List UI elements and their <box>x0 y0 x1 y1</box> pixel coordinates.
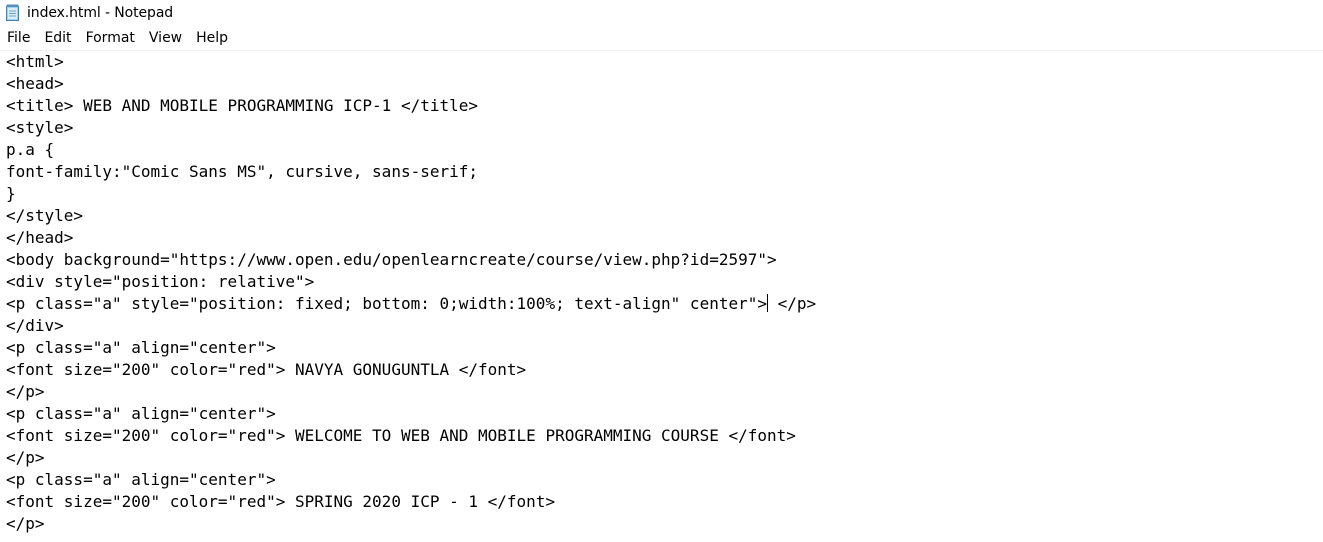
code-line: <title> WEB AND MOBILE PROGRAMMING ICP-1… <box>6 96 479 115</box>
code-line: } <box>6 184 16 203</box>
code-line-with-caret: <p class="a" style="position: fixed; bot… <box>0 293 1323 315</box>
code-line: <div style="position: relative"> <box>6 272 315 291</box>
code-line-text-after-caret: </p> <box>768 294 817 313</box>
menu-edit[interactable]: Edit <box>37 27 78 49</box>
menu-view[interactable]: View <box>142 27 189 49</box>
code-line: </div> <box>6 316 64 335</box>
code-line: <body background="https://www.open.edu/o… <box>6 250 777 269</box>
code-line: </p> <box>6 382 45 401</box>
code-line: <p class="a" align="center"> <box>6 404 276 423</box>
notepad-window: index.html - Notepad File Edit Format Vi… <box>0 0 1323 542</box>
menu-bar: File Edit Format View Help <box>0 26 1323 51</box>
code-line: <font size="200" color="red"> SPRING 202… <box>6 492 556 511</box>
code-line: <style> <box>6 118 74 137</box>
code-line: <font size="200" color="red"> WELCOME TO… <box>6 426 796 445</box>
title-bar[interactable]: index.html - Notepad <box>0 0 1323 26</box>
code-line: </p> <box>6 448 45 467</box>
code-line: <html> <box>6 52 64 71</box>
code-line: <p class="a" align="center"> <box>6 338 276 357</box>
code-line: <font size="200" color="red"> NAVYA GONU… <box>6 360 527 379</box>
menu-format[interactable]: Format <box>79 27 142 49</box>
menu-file[interactable]: File <box>0 27 37 49</box>
window-title: index.html - Notepad <box>27 5 174 21</box>
code-line: </head> <box>6 228 74 247</box>
text-editor-area[interactable]: <html> <head> <title> WEB AND MOBILE PRO… <box>0 51 1323 542</box>
code-line: <head> <box>6 74 64 93</box>
code-line: <p class="a" align="center"> <box>6 470 276 489</box>
code-line: font-family:"Comic Sans MS", cursive, sa… <box>6 162 479 181</box>
code-line: </style> <box>6 206 84 225</box>
code-line-text: <p class="a" style="position: fixed; bot… <box>6 294 767 313</box>
code-line: </p> <box>6 514 45 533</box>
code-line: p.a { <box>6 140 55 159</box>
notepad-icon <box>5 4 21 22</box>
menu-help[interactable]: Help <box>189 27 235 49</box>
